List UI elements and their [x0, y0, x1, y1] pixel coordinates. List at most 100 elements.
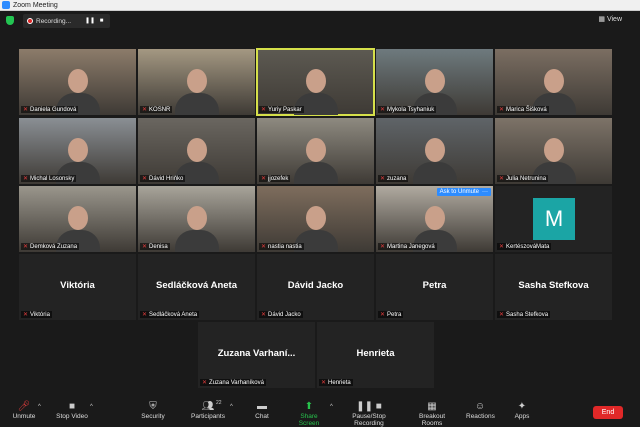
participant-name: Martina Janegová [387, 243, 435, 250]
participant-video [174, 63, 219, 115]
participant-name-tag: ✕ nastia nastia [259, 243, 304, 250]
participant-tile[interactable]: ✕ jjozefek [257, 118, 374, 184]
unmute-button[interactable]: 🎤︎ Unmute [12, 401, 36, 420]
security-shield-icon[interactable] [6, 16, 14, 25]
participant-display-name: Zuzana Varhaní... [217, 348, 296, 359]
chat-label: Chat [255, 413, 269, 420]
participant-name: Sedláčková Aneta [149, 311, 198, 318]
share-screen-icon: ⬆ [304, 401, 314, 412]
mic-muted-icon: 🎤︎ [17, 401, 31, 412]
participants-count: 22 [216, 400, 222, 406]
mic-muted-icon: ✕ [380, 107, 386, 113]
meeting-toolbar: 🎤︎ Unmute ^ ■ Stop Video ^ ⛨ Security 👥︎… [0, 397, 640, 427]
grid-icon: ▦ [598, 16, 605, 23]
mic-muted-icon: ✕ [499, 244, 505, 250]
mic-muted-icon: ✕ [380, 312, 386, 318]
participant-name-tag: ✕ Daniela Gundová [21, 106, 79, 113]
participant-tile[interactable]: ✕ nastia nastia [257, 186, 374, 252]
share-screen-label: Share Screen [298, 413, 320, 427]
participant-name: nastia nastia [268, 243, 302, 250]
mic-muted-icon: ✕ [142, 244, 148, 250]
stop-video-label: Stop Video [56, 413, 88, 420]
ask-to-unmute-button[interactable]: Ask to Unmute ··· [436, 188, 491, 196]
security-button[interactable]: ⛨ Security [140, 401, 166, 420]
chat-button[interactable]: ▬ Chat [254, 401, 270, 420]
participant-tile[interactable]: ✕ zuzana [376, 118, 493, 184]
stop-video-button[interactable]: ■ Stop Video [56, 401, 88, 420]
apps-label: Apps [514, 413, 530, 420]
apps-button[interactable]: ✦ Apps [513, 401, 531, 420]
participant-tile[interactable]: Sasha Stefkova ✕ Sasha Stefkova [495, 254, 612, 320]
participant-name-tag: ✕ jjozefek [259, 175, 291, 182]
participant-name: Julia Netrunina [506, 175, 547, 182]
reactions-icon: ☺ [474, 401, 486, 412]
stop-recording-icon[interactable]: ■ [97, 17, 106, 26]
video-options-chevron-icon[interactable]: ^ [90, 404, 93, 410]
pause-recording-label: Pause/Stop Recording [352, 413, 386, 427]
participant-tile[interactable]: ✕ Demková Zuzana [19, 186, 136, 252]
participant-tile[interactable]: ✕ Daniela Gundová [19, 49, 136, 115]
participant-tile[interactable]: ✕ Julia Netrunina [495, 118, 612, 184]
participant-name-tag: ✕ Sedláčková Aneta [140, 311, 200, 318]
participant-video [412, 132, 457, 184]
mic-muted-icon: ✕ [499, 312, 505, 318]
participant-name: Dávid Jacko [268, 311, 301, 318]
mic-muted-icon: ✕ [23, 107, 29, 113]
participant-tile[interactable]: ✕ Yuriy Paskar [256, 48, 375, 116]
participant-name: KOSNR [149, 106, 171, 113]
participant-tile[interactable]: Ask to Unmute ··· ✕ Martina Janegová [376, 186, 493, 252]
participant-name: Sasha Stefkova [506, 311, 549, 318]
participant-tile[interactable]: ✕ Dávid Hriňko [138, 118, 255, 184]
pause-recording-icon[interactable]: ❚❚ [85, 17, 95, 26]
participant-name: Zuzana Varhaníková [209, 379, 264, 386]
participant-tile[interactable]: Dávid Jacko ✕ Dávid Jacko [257, 254, 374, 320]
participant-name: Yuriy Paskar [268, 106, 302, 113]
reactions-button[interactable]: ☺ Reactions [466, 401, 495, 420]
participant-name-tag: ✕ KertészováMata [497, 243, 552, 250]
breakout-rooms-label: Breakout Rooms [418, 413, 446, 427]
participant-name-tag: ✕ Sasha Stefkova [497, 311, 551, 318]
participant-display-name: Henrieta [356, 348, 395, 359]
participant-tile[interactable]: Sedláčková Aneta ✕ Sedláčková Aneta [138, 254, 255, 320]
end-meeting-button[interactable]: End [593, 406, 623, 419]
pause-stop-icon: ❚❚ ■ [356, 401, 382, 412]
participant-tile[interactable]: ✕ Marica Šišková [495, 49, 612, 115]
view-button[interactable]: ▦ View [598, 15, 622, 24]
breakout-rooms-button[interactable]: ▦ Breakout Rooms [408, 401, 456, 427]
participant-tile[interactable]: ✕ Denisa [138, 186, 255, 252]
participant-video [293, 132, 338, 184]
participant-name-tag: ✕ Viktória [21, 311, 52, 318]
chat-icon: ▬ [257, 401, 267, 412]
participant-name: Dávid Hriňko [149, 175, 184, 182]
mic-muted-icon: ✕ [261, 107, 267, 113]
share-options-chevron-icon[interactable]: ^ [330, 404, 333, 410]
participant-name-tag: ✕ Mykola Tsyhaniuk [378, 106, 437, 113]
audio-options-chevron-icon[interactable]: ^ [38, 404, 41, 410]
participant-tile[interactable]: Zuzana Varhaní... ✕ Zuzana Varhaníková [198, 322, 315, 388]
participant-tile[interactable]: ✕ Michal Losonsky [19, 118, 136, 184]
view-label: View [606, 15, 622, 23]
participant-video [174, 200, 219, 252]
participant-name-tag: ✕ zuzana [378, 175, 409, 182]
participant-display-name: Petra [422, 280, 447, 291]
share-screen-button[interactable]: ⬆ Share Screen [290, 401, 328, 427]
record-dot-icon [27, 18, 33, 24]
participant-tile[interactable]: ✕ Mykola Tsyhaniuk [376, 49, 493, 115]
participant-display-name: Viktória [60, 280, 95, 291]
mic-muted-icon: ✕ [261, 312, 267, 318]
participant-tile[interactable]: Henrieta ✕ Henrieta [317, 322, 434, 388]
mic-muted-icon: ✕ [261, 244, 267, 250]
participant-name: Mykola Tsyhaniuk [387, 106, 435, 113]
participant-tile[interactable]: M ✕ KertészováMata [495, 186, 612, 252]
participants-chevron-icon[interactable]: ^ [230, 404, 233, 410]
breakout-rooms-icon: ▦ [427, 401, 437, 412]
mic-muted-icon: ✕ [142, 107, 148, 113]
participant-display-name: Dávid Jacko [287, 280, 344, 291]
participant-name: Petra [387, 311, 402, 318]
participant-tile[interactable]: Petra ✕ Petra [376, 254, 493, 320]
zoom-logo-icon [2, 1, 10, 9]
participant-display-name: Sedláčková Aneta [156, 280, 237, 291]
participant-tile[interactable]: Viktória ✕ Viktória [19, 254, 136, 320]
participant-tile[interactable]: ✕ KOSNR [138, 49, 255, 115]
pause-stop-recording-button[interactable]: ❚❚ ■ Pause/Stop Recording [338, 401, 400, 427]
